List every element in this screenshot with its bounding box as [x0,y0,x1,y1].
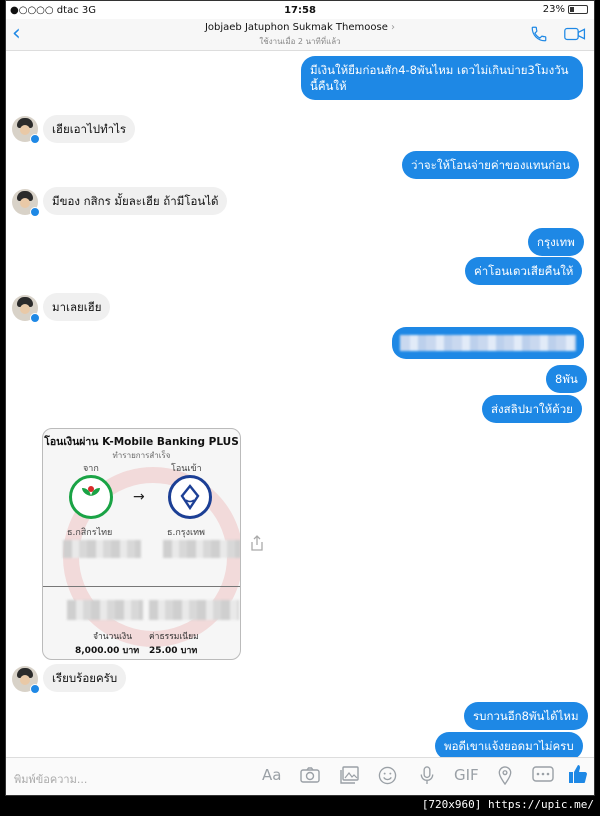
redacted-reference [67,600,143,620]
clock: 17:58 [284,5,316,16]
divider [43,586,240,587]
fee-label: ค่าธรรมเนียม [149,632,199,642]
image-caption: [720x960] https://upic.me/ [421,798,594,811]
camera-icon[interactable] [300,766,320,788]
messenger-badge-icon [30,207,40,217]
to-bank: ธ.กรุงเทพ [167,528,205,538]
message-bubble-incoming[interactable]: มีของ กสิกร มั้ยละเฮีย ถ้ามีโอนได้ [43,187,228,215]
message-bubble-outgoing[interactable]: ค่าโอนเดวเสียคืนให้ [465,257,583,285]
contact-avatar[interactable] [12,295,40,323]
message-bubble-incoming[interactable]: เฮียเอาไปทำไร [43,115,136,143]
kasikorn-logo [69,475,113,519]
status-bar: ●○○○○ dtac 3G 17:58 23% [6,1,594,19]
bangkok-bank-logo [168,475,212,519]
contact-name[interactable]: Jobjaeb Jatuphon Sukmak Themoose › [6,22,594,33]
messenger-screen: ●○○○○ dtac 3G 17:58 23% ‹ Jobjaeb Jatuph… [5,0,595,796]
video-call-icon[interactable] [564,25,586,47]
from-bank: ธ.กสิกรไทย [67,528,113,538]
from-label: จาก [83,464,99,474]
more-icon[interactable] [532,766,554,786]
contact-avatar[interactable] [12,116,40,144]
messenger-badge-icon [30,684,40,694]
sticker-icon[interactable] [378,766,397,789]
message-composer: พิมพ์ข้อความ... Aa GIF [6,757,594,795]
battery-icon [568,5,588,14]
redacted-text [400,335,576,351]
text-format-button[interactable]: Aa [262,766,281,784]
message-bubble-outgoing[interactable]: รบกวนอีก8พันได้ไหม [464,702,588,730]
message-bubble-outgoing[interactable]: พอดีเขาแจ้งยอดมาไม่ครบ [435,732,583,760]
message-bubble-outgoing[interactable]: ส่งสลิปมาให้ด้วย [482,395,582,423]
redacted-reference [149,600,239,620]
last-active: ใช้งานเมื่อ 2 นาทีที่แล้ว [259,37,341,46]
amount-value: 8,000.00 บาท [75,646,140,656]
chevron-right-icon: › [391,22,396,33]
share-icon[interactable] [250,535,264,555]
contact-avatar[interactable] [12,666,40,694]
microphone-icon[interactable] [420,766,434,789]
battery-percent: 23% [542,4,565,15]
message-bubble-incoming[interactable]: เรียบร้อยครับ [43,664,127,692]
redacted-account [163,540,240,558]
messenger-badge-icon [30,313,40,323]
contact-avatar[interactable] [12,189,40,217]
message-bubble-outgoing[interactable]: ว่าจะให้โอนจ่ายค่าของแทนก่อน [402,151,580,179]
to-label: โอนเข้า [171,464,202,474]
fee-value: 25.00 บาท [149,646,198,656]
amount-label: จำนวนเงิน [93,632,133,642]
location-icon[interactable] [498,766,512,789]
transfer-slip-image[interactable]: โอนเงินผ่าน K-Mobile Banking PLUS ทำรายก… [42,428,241,660]
message-bubble-outgoing[interactable]: 8พัน [546,365,587,393]
slip-status: ทำรายการสำเร็จ [112,451,171,460]
message-bubble-redacted[interactable] [392,327,584,359]
message-bubble-outgoing[interactable]: มีเงินให้ยืมก่อนสัก4-8พันไหม เดวไม่เกินบ… [301,56,583,100]
message-input[interactable]: พิมพ์ข้อความ... [14,770,87,788]
transfer-arrow-icon: → [133,489,145,505]
redacted-account [63,540,141,558]
gallery-icon[interactable] [340,766,360,788]
slip-title: โอนเงินผ่าน K-Mobile Banking PLUS [44,436,239,448]
message-bubble-outgoing[interactable]: กรุงเทพ [528,228,584,256]
message-bubble-incoming[interactable]: มาเลยเฮีย [43,293,111,321]
like-thumb-icon[interactable] [568,764,588,788]
phone-icon[interactable] [530,25,548,47]
messenger-badge-icon [30,134,40,144]
conversation-header: ‹ Jobjaeb Jatuphon Sukmak Themoose › ใช้… [6,19,594,51]
gif-button[interactable]: GIF [454,766,479,784]
